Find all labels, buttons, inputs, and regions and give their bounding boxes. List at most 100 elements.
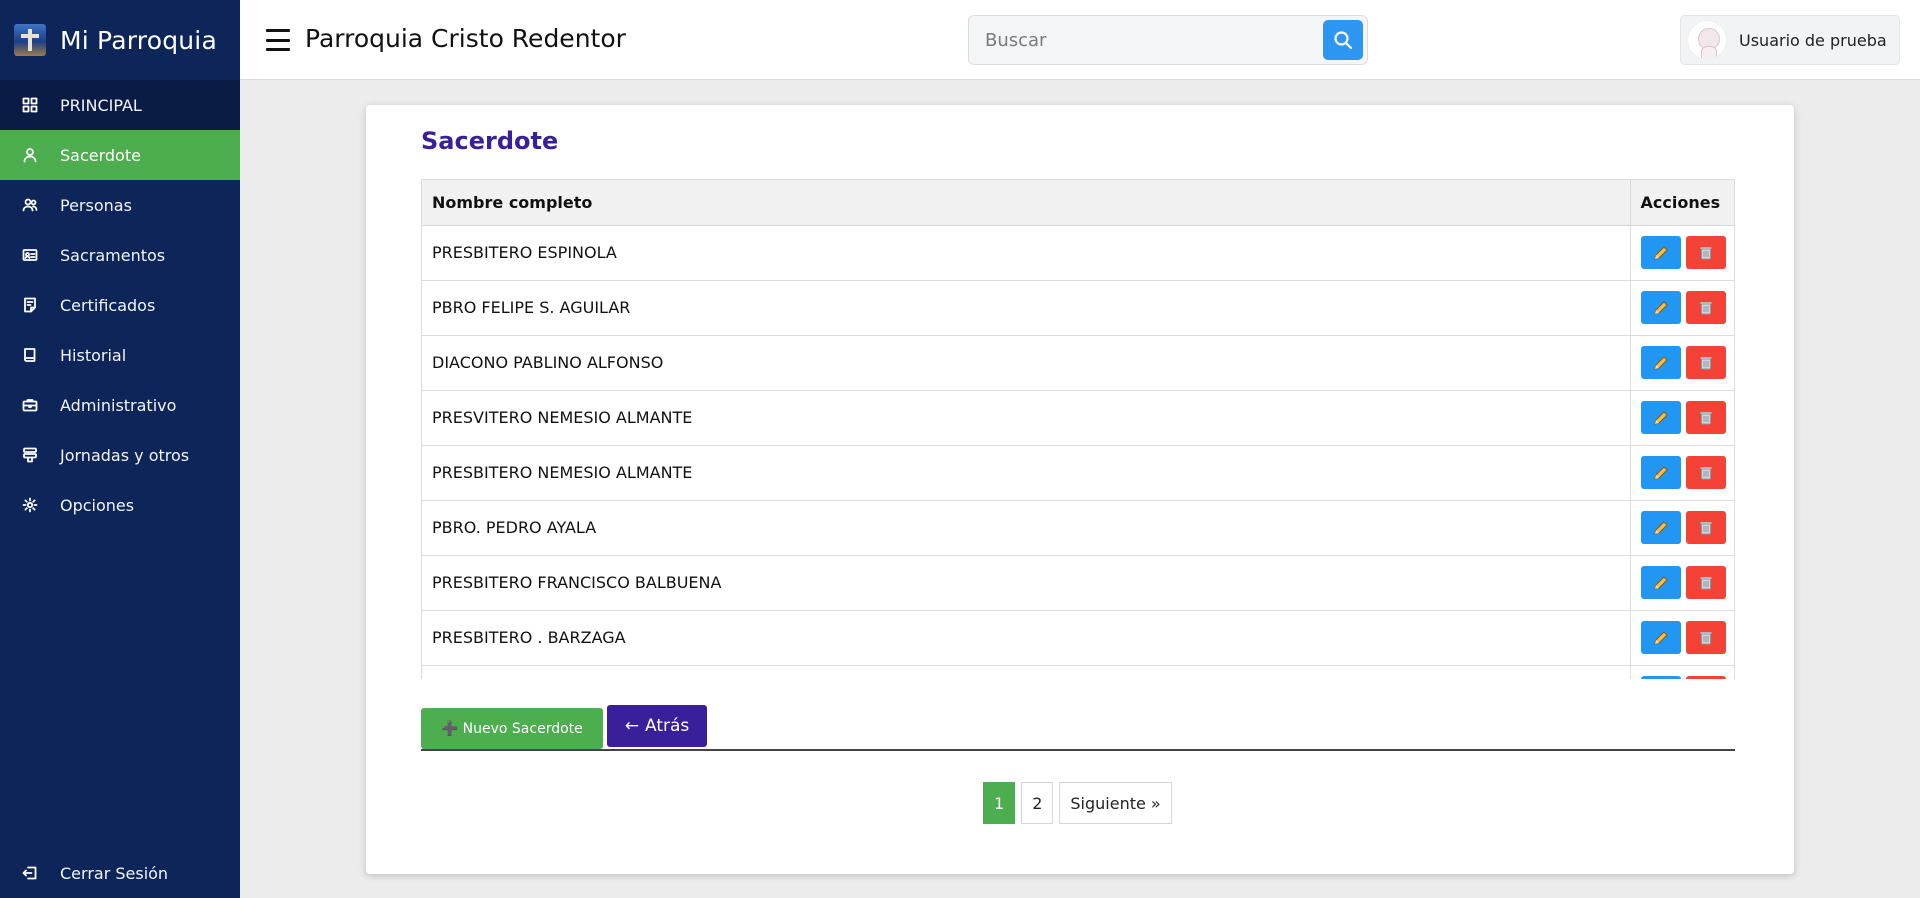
row-actions [1629, 610, 1734, 666]
search-button[interactable] [1323, 20, 1363, 60]
sidebar-item-principal[interactable]: PRINCIPAL [0, 80, 240, 130]
pencil-icon [1653, 300, 1668, 315]
sidebar-item-label: Historial [60, 345, 127, 365]
table-row: PRESBITERO NEMESIO ALMANTE [422, 445, 1734, 501]
page-2-link[interactable]: 2 [1021, 782, 1054, 824]
table-row: PBRO. PEDRO AYALA [422, 500, 1734, 556]
table-row: PRESBITERO . BARZAGA [422, 610, 1734, 666]
edit-button[interactable] [1640, 621, 1681, 654]
edit-button[interactable] [1640, 236, 1681, 269]
edit-button[interactable] [1640, 511, 1681, 544]
parish-logo-icon [14, 24, 46, 56]
avatar [1687, 20, 1727, 60]
page-1-link[interactable]: 1 [983, 782, 1016, 824]
sidebar-item-sacerdote[interactable]: Sacerdote [0, 130, 240, 180]
sacerdote-name: PRESBITERO NEMESIO ALMANTE [422, 445, 1630, 501]
table-row: PBRO FELIPE S. AGUILAR [422, 280, 1734, 336]
row-actions [1629, 665, 1734, 679]
delete-button[interactable] [1685, 621, 1726, 654]
row-actions [1629, 445, 1734, 501]
trash-icon [1700, 521, 1711, 534]
sidebar-item-label: Personas [60, 195, 132, 215]
user-icon [22, 147, 38, 163]
delete-button[interactable] [1685, 291, 1726, 324]
sacerdote-name: PRESBITERO . BARZAGA [422, 610, 1630, 666]
edit-button[interactable] [1640, 291, 1681, 324]
sidebar-item-jornadas[interactable]: Jornadas y otros [0, 430, 240, 480]
row-actions [1629, 390, 1734, 446]
sacerdote-name: PRESVITERO NEMESIO ALMANTE [422, 390, 1630, 446]
sidebar-item-certificados[interactable]: Certificados [0, 280, 240, 330]
briefcase-icon [22, 397, 38, 413]
edit-button[interactable] [1640, 676, 1681, 679]
trash-icon [1700, 246, 1711, 259]
delete-button[interactable] [1685, 456, 1726, 489]
table-row: PRESVITERO NEMESIO ALMANTE [422, 390, 1734, 446]
row-actions [1629, 335, 1734, 391]
delete-button[interactable] [1685, 401, 1726, 434]
brand-title: Mi Parroquia [60, 25, 217, 55]
user-menu[interactable]: Usuario de prueba [1680, 15, 1900, 65]
back-button[interactable]: ← Atrás [607, 705, 707, 747]
sidebar-item-label: Opciones [60, 495, 135, 515]
delete-button[interactable] [1685, 236, 1726, 269]
table-row: PRESBITERO ESPINOLA [422, 225, 1734, 281]
table-header-row: Nombre completo Acciones [422, 180, 1734, 226]
user-name: Usuario de prueba [1739, 30, 1887, 50]
delete-button[interactable] [1685, 346, 1726, 379]
page-title: Parroquia Cristo Redentor [305, 24, 626, 53]
sidebar-item-logout[interactable]: Cerrar Sesión [0, 848, 240, 898]
users-icon [22, 197, 38, 213]
column-header-name: Nombre completo [422, 180, 1630, 226]
edit-button[interactable] [1640, 346, 1681, 379]
trash-icon [1700, 631, 1711, 644]
pencil-icon [1653, 465, 1668, 480]
edit-button[interactable] [1640, 456, 1681, 489]
sidebar-item-historial[interactable]: Historial [0, 330, 240, 380]
delete-button[interactable] [1685, 566, 1726, 599]
actions-bar: ➕ Nuevo Sacerdote ← Atrás [421, 705, 1735, 751]
sidebar: Mi Parroquia PRINCIPAL Sacerdote Persona… [0, 0, 240, 898]
new-sacerdote-button[interactable]: ➕ Nuevo Sacerdote [421, 708, 603, 749]
sidebar-item-sacramentos[interactable]: Sacramentos [0, 230, 240, 280]
section-title: Sacerdote [421, 127, 559, 155]
menu-toggle-icon[interactable] [266, 29, 290, 51]
pencil-icon [1653, 355, 1668, 370]
pencil-icon [1653, 410, 1668, 425]
logout-icon [22, 865, 38, 881]
sidebar-item-label: Administrativo [60, 395, 177, 415]
edit-button[interactable] [1640, 566, 1681, 599]
dashboard-icon [22, 97, 38, 113]
pencil-icon [1653, 245, 1668, 260]
next-page-link[interactable]: Siguiente » [1059, 782, 1172, 824]
sidebar-item-label: PRINCIPAL [60, 95, 142, 115]
row-actions [1629, 225, 1734, 281]
arrow-left-icon: ← [624, 716, 639, 736]
brand[interactable]: Mi Parroquia [0, 0, 240, 80]
delete-button[interactable] [1685, 511, 1726, 544]
search-icon [1334, 31, 1353, 50]
sacerdote-name: PRESBITERO ESPINOLA [422, 225, 1630, 281]
stack-icon [22, 447, 38, 463]
pencil-icon [1653, 575, 1668, 590]
top-header: Parroquia Cristo Redentor Usuario de pru… [240, 0, 1920, 80]
sidebar-item-label: Jornadas y otros [60, 445, 190, 465]
sidebar-item-label: Certificados [60, 295, 156, 315]
sidebar-item-personas[interactable]: Personas [0, 180, 240, 230]
table-scroll-area[interactable]: Nombre completo Acciones PRESBITERO ESPI… [421, 179, 1735, 679]
new-sacerdote-label: Nuevo Sacerdote [462, 720, 583, 737]
row-actions [1629, 555, 1734, 611]
search-input[interactable] [969, 16, 1309, 64]
sacerdote-name: PBRO. PEDRO AYALA [422, 500, 1630, 556]
sacerdote-table: Nombre completo Acciones PRESBITERO ESPI… [422, 180, 1734, 679]
logout-label: Cerrar Sesión [60, 863, 169, 883]
delete-button[interactable] [1685, 676, 1726, 679]
trash-icon [1700, 466, 1711, 479]
edit-button[interactable] [1640, 401, 1681, 434]
content-card: Sacerdote Nombre completo Acciones PRESB… [366, 105, 1794, 874]
document-icon [22, 297, 38, 313]
sidebar-item-administrativo[interactable]: Administrativo [0, 380, 240, 430]
sidebar-item-label: Sacramentos [60, 245, 166, 265]
trash-icon [1700, 356, 1711, 369]
sidebar-item-opciones[interactable]: Opciones [0, 480, 240, 530]
